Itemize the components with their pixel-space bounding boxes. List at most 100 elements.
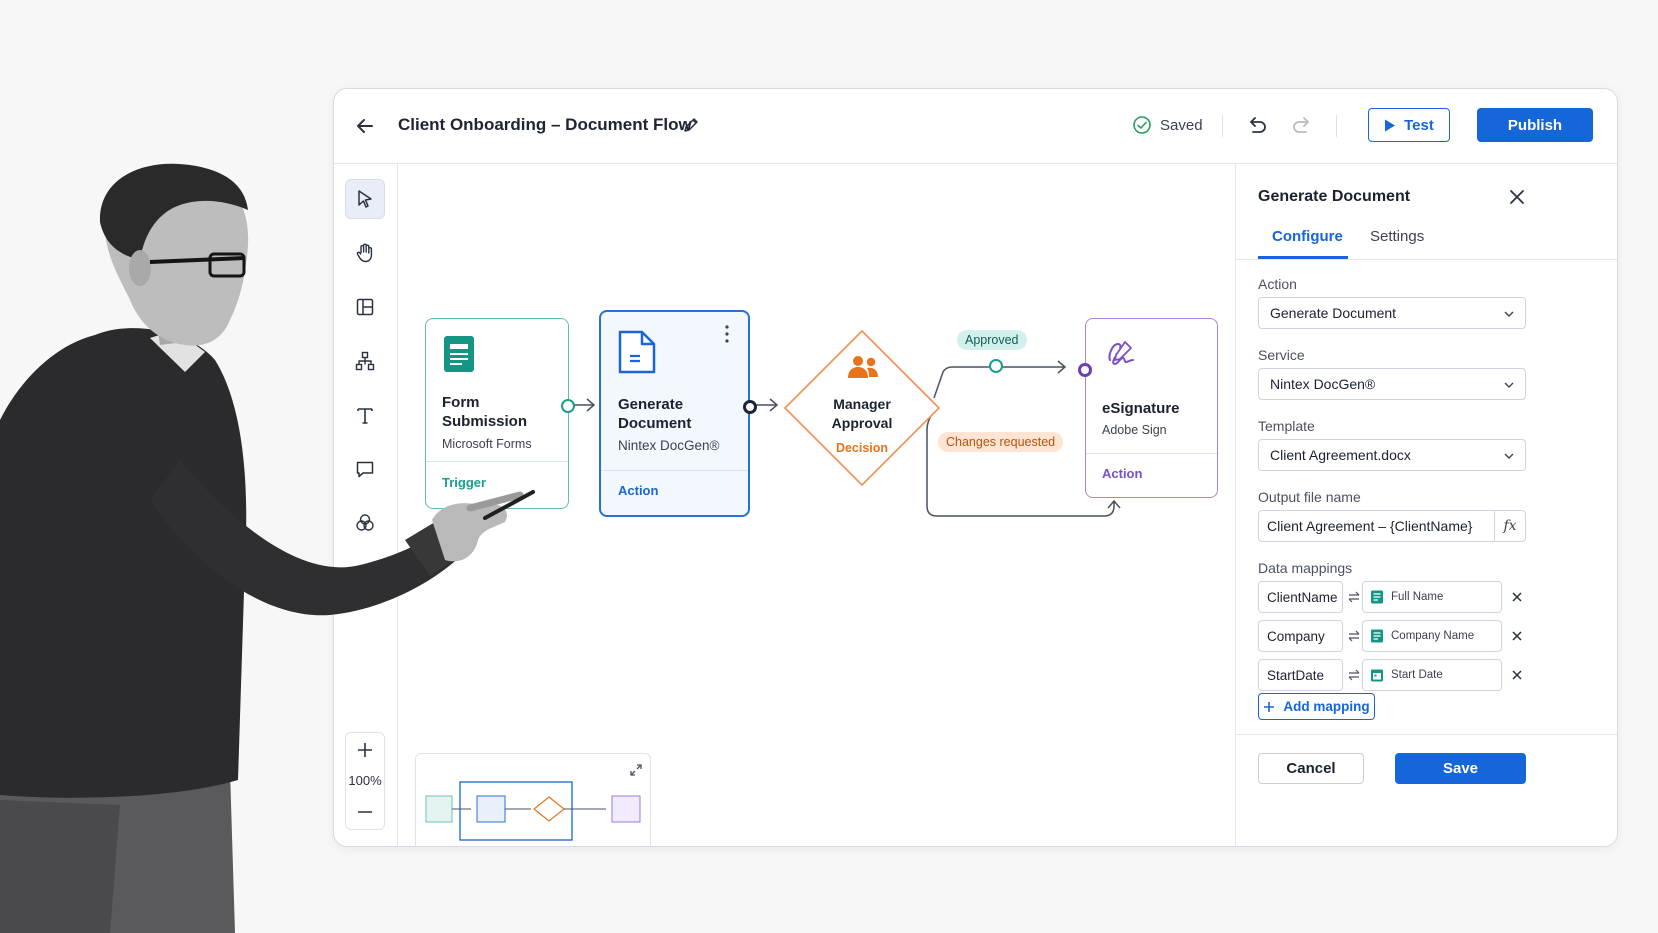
mapping-source-field[interactable]: Company Name	[1362, 620, 1502, 652]
tab-settings[interactable]: Settings	[1370, 228, 1424, 245]
form-icon	[1371, 629, 1383, 643]
footer-divider	[1236, 734, 1617, 735]
pan-tool[interactable]	[345, 233, 385, 273]
template-select[interactable]: Client Agreement.docx	[1258, 439, 1526, 471]
node-tag: Action	[1102, 466, 1143, 481]
zoom-in-button[interactable]	[346, 737, 384, 763]
cancel-button[interactable]: Cancel	[1258, 753, 1364, 784]
swap-arrows-icon	[1348, 669, 1360, 681]
comment-tool[interactable]	[345, 449, 385, 489]
panel-title: Generate Document	[1258, 188, 1411, 205]
hierarchy-tool[interactable]	[345, 341, 385, 381]
redo-icon[interactable]	[1289, 113, 1315, 139]
output-file-name-label: Output file name	[1258, 489, 1361, 505]
output-port[interactable]	[561, 399, 575, 413]
remove-mapping-icon[interactable]	[1510, 668, 1524, 682]
trigger-node-form-submission[interactable]: Form Submission Microsoft Forms Trigger	[425, 318, 575, 509]
top-bar: Client Onboarding – Document Flow Saved …	[334, 89, 1617, 164]
action-select[interactable]: Generate Document	[1258, 297, 1526, 329]
workflow-designer-window: Client Onboarding – Document Flow Saved …	[333, 88, 1618, 847]
undo-icon[interactable]	[1244, 113, 1270, 139]
add-mapping-button[interactable]: Add mapping	[1258, 693, 1375, 720]
comment-icon	[356, 461, 374, 478]
action-node-generate-document[interactable]: Generate Document Nintex DocGen® Action	[599, 310, 757, 517]
divider	[1222, 115, 1223, 137]
workflow-canvas[interactable]: Form Submission Microsoft Forms Trigger …	[398, 164, 1234, 846]
mapping-key[interactable]: Company	[1258, 620, 1343, 652]
input-port[interactable]	[1078, 363, 1092, 377]
service-label: Service	[1258, 347, 1305, 363]
mapping-source-field[interactable]: Full Name	[1362, 581, 1502, 613]
minimap[interactable]	[415, 753, 651, 846]
remove-mapping-icon[interactable]	[1510, 629, 1524, 643]
output-port[interactable]	[743, 400, 757, 414]
action-node-esignature[interactable]: eSignature Adobe Sign Action	[1078, 318, 1218, 498]
formula-button[interactable]: fx	[1494, 511, 1525, 541]
mapping-source-field[interactable]: Start Date	[1362, 659, 1502, 691]
chevron-down-icon	[1504, 382, 1514, 388]
node-title-line2: Document	[618, 415, 692, 432]
node-tag: Trigger	[442, 475, 487, 490]
text-tool[interactable]	[345, 395, 385, 435]
zoom-out-button[interactable]	[346, 799, 384, 825]
swap-arrows-icon	[1348, 630, 1360, 642]
select-tool[interactable]	[345, 179, 385, 219]
saved-status: Saved	[1132, 115, 1203, 135]
mapping-key[interactable]: StartDate	[1258, 659, 1343, 691]
properties-panel: Generate Document Configure Settings Act…	[1235, 164, 1617, 846]
test-button[interactable]: Test	[1368, 108, 1450, 142]
layout-tool[interactable]	[345, 287, 385, 327]
node-title: eSignature	[1102, 400, 1180, 417]
node-subtitle: Adobe Sign	[1102, 423, 1167, 437]
decision-node-manager-approval[interactable]: Manager Approval Decision	[782, 328, 942, 488]
check-circle-icon	[1133, 116, 1151, 134]
select-pointer-icon	[358, 190, 372, 208]
node-title-line2: Approval	[831, 415, 893, 431]
output-file-name-input[interactable]: Client Agreement – {ClientName} fx	[1258, 510, 1526, 542]
form-icon	[444, 336, 474, 372]
mapping-source-label: Full Name	[1391, 591, 1444, 603]
save-button[interactable]: Save	[1395, 753, 1526, 784]
node-tag: Action	[618, 483, 659, 498]
chevron-down-icon	[1504, 453, 1514, 459]
action-value: Generate Document	[1270, 305, 1397, 321]
node-title-line1: Manager	[833, 396, 891, 412]
test-label: Test	[1404, 116, 1434, 134]
service-select[interactable]: Nintex DocGen®	[1258, 368, 1526, 400]
layout-panel-icon	[356, 298, 374, 316]
plus-icon	[358, 743, 372, 757]
data-mappings-label: Data mappings	[1258, 560, 1353, 576]
divider	[1336, 115, 1337, 137]
mapping-key[interactable]: ClientName	[1258, 581, 1343, 613]
approved-branch-label: Approved	[957, 330, 1027, 350]
hand-pan-icon	[356, 243, 373, 263]
close-icon[interactable]	[1506, 186, 1528, 208]
signature-pen-icon	[1108, 341, 1134, 366]
play-icon	[1385, 119, 1396, 131]
remove-mapping-icon[interactable]	[1510, 590, 1524, 604]
node-subtitle: Microsoft Forms	[442, 437, 532, 451]
hierarchy-icon	[355, 351, 375, 371]
mapping-source-label: Start Date	[1391, 669, 1443, 681]
node-title-line2: Submission	[442, 413, 528, 430]
edit-pencil-icon[interactable]	[681, 115, 701, 135]
service-value: Nintex DocGen®	[1270, 376, 1376, 392]
more-options-icon[interactable]	[723, 324, 731, 344]
node-tag: Decision	[835, 441, 889, 455]
swap-arrows-icon	[1348, 591, 1360, 603]
tab-configure[interactable]: Configure	[1272, 228, 1343, 245]
publish-button[interactable]: Publish	[1477, 108, 1593, 142]
zoom-level: 100%	[348, 773, 382, 788]
node-divider	[426, 461, 568, 462]
mapping-source-label: Company Name	[1391, 630, 1475, 642]
minimap-preview	[425, 781, 641, 841]
approved-branch-port[interactable]	[989, 359, 1003, 373]
plus-icon	[1264, 701, 1275, 712]
tabs-divider	[1236, 259, 1617, 260]
integrations-tool[interactable]	[345, 503, 385, 543]
template-label: Template	[1258, 418, 1315, 434]
back-arrow-icon[interactable]	[352, 113, 378, 139]
saved-label: Saved	[1160, 116, 1203, 134]
left-toolbar: 100%	[334, 164, 398, 846]
zoom-controls: 100%	[345, 732, 385, 830]
